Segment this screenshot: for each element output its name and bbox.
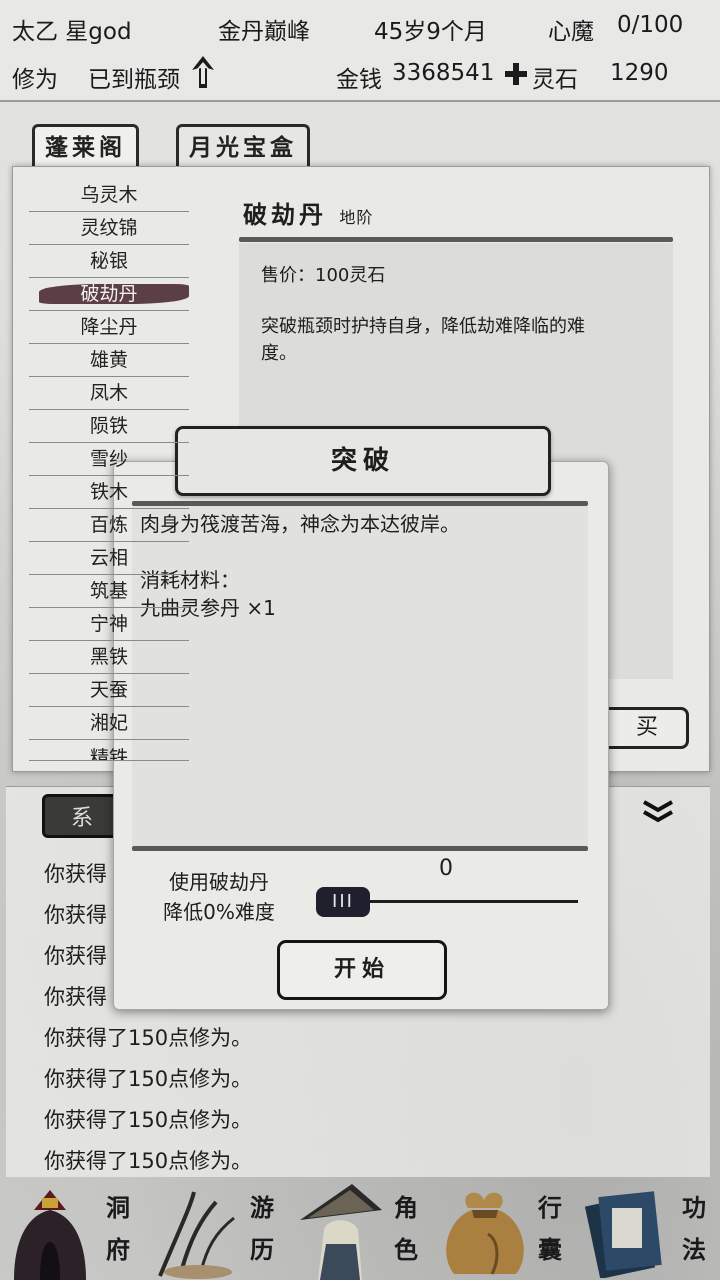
age-text: 45岁9个月 [374,19,487,45]
nav-cave[interactable]: 洞 府 [0,1180,144,1280]
tab-moonlight-box[interactable]: 月光宝盒 [176,124,310,169]
description-line: 突破瓶颈时护持自身，降低劫难降临的难 [261,316,585,337]
list-item[interactable]: 百炼 [29,509,189,542]
scroll-icon [584,1191,662,1278]
nav-character[interactable]: 角 色 [288,1180,432,1280]
list-item[interactable]: 乌灵木 [29,179,189,212]
nav-label: 洞 [106,1194,130,1222]
cultivation-label: 修为 [12,67,58,93]
pill-slider-track[interactable] [366,900,578,903]
spirit-stone-icon [505,63,527,85]
breakthrough-arrow-icon[interactable] [190,54,216,90]
list-item[interactable]: 黑铁 [29,641,189,674]
list-item-selected[interactable]: 破劫丹 [29,278,189,311]
status-bar: 太乙 星god 金丹巅峰 45岁9个月 心魔 0/100 修为 已到瓶颈 金钱 … [0,0,720,102]
nav-label: 行 [538,1194,562,1222]
log-line: 你获得了150点修为。 [44,1026,253,1050]
dialog-bottom-divider [132,846,588,851]
item-grade: 地阶 [339,208,374,227]
list-item[interactable]: 凤木 [29,377,189,410]
list-item[interactable]: 湘妃 [29,707,189,740]
list-item[interactable]: 铁木 [29,476,189,509]
list-item[interactable]: 云相 [29,542,189,575]
slider-value: 0 [439,856,453,881]
list-item[interactable]: 陨铁 [29,410,189,443]
nav-label: 法 [682,1236,706,1264]
cultivation-value: 已到瓶颈 [88,67,180,93]
player-name: 太乙 星god [12,19,132,45]
nav-label: 角 [394,1194,418,1222]
nav-label: 游 [250,1194,274,1222]
nav-label: 功 [682,1194,706,1222]
detail-divider [239,237,673,242]
dialog-title: 突破 [175,426,551,496]
list-item[interactable]: 雪纱 [29,443,189,476]
list-item[interactable]: 天蚕 [29,674,189,707]
spirit-stone-value: 1290 [610,60,669,86]
travel-icon [158,1191,235,1279]
start-button[interactable]: 开始 [277,940,447,1000]
log-line: 你获得了150点修为。 [44,1149,253,1173]
list-item[interactable]: 筑基 [29,575,189,608]
money-value: 3368541 [392,60,495,86]
list-item[interactable]: 宁神 [29,608,189,641]
realm-text: 金丹巅峰 [218,19,310,45]
list-item[interactable]: 雄黄 [29,344,189,377]
item-description: 突破瓶颈时护持自身，降低劫难降临的难 度。 [261,313,661,367]
nav-label: 色 [394,1236,418,1264]
money-label: 金钱 [336,67,382,93]
list-item[interactable]: 灵纹锦 [29,212,189,245]
log-line: 你获得了150点修为。 [44,1067,253,1091]
item-title: 破劫丹 地阶 [243,195,373,230]
dialog-top-divider [132,501,588,506]
bag-icon [446,1192,524,1275]
heart-demon-label: 心魔 [548,19,594,45]
tab-penglai[interactable]: 蓬莱阁 [32,124,139,169]
bottom-nav: 洞 府 游 历 角 色 行 囊 功 法 [0,1180,720,1280]
character-icon [300,1184,382,1280]
list-item[interactable]: 精铁 [29,740,189,761]
nav-bag[interactable]: 行 囊 [432,1180,576,1280]
cave-icon [14,1190,86,1280]
item-name: 破劫丹 [243,201,327,229]
item-price: 售价：100灵石 [261,265,386,286]
item-list[interactable]: 乌灵木 灵纹锦 秘银 破劫丹 降尘丹 雄黄 凤木 陨铁 雪纱 铁木 百炼 云相 … [29,179,189,761]
nav-skills[interactable]: 功 法 [576,1180,720,1280]
heart-demon-value: 0/100 [617,12,684,38]
nav-travel[interactable]: 游 历 [144,1180,288,1280]
collapse-chevron-icon[interactable] [640,798,676,828]
description-line: 度。 [261,343,297,364]
nav-label: 历 [250,1236,274,1264]
list-item[interactable]: 降尘丹 [29,311,189,344]
pill-slider-thumb[interactable]: III [316,887,370,917]
log-line: 你获得了150点修为。 [44,1108,253,1132]
list-item[interactable]: 秘银 [29,245,189,278]
spirit-stone-label: 灵石 [532,67,578,93]
nav-label: 囊 [538,1236,562,1264]
nav-label: 府 [106,1236,130,1264]
difficulty-label: 降低0%难度 [163,900,275,924]
use-pill-label: 使用破劫丹 [169,870,269,894]
